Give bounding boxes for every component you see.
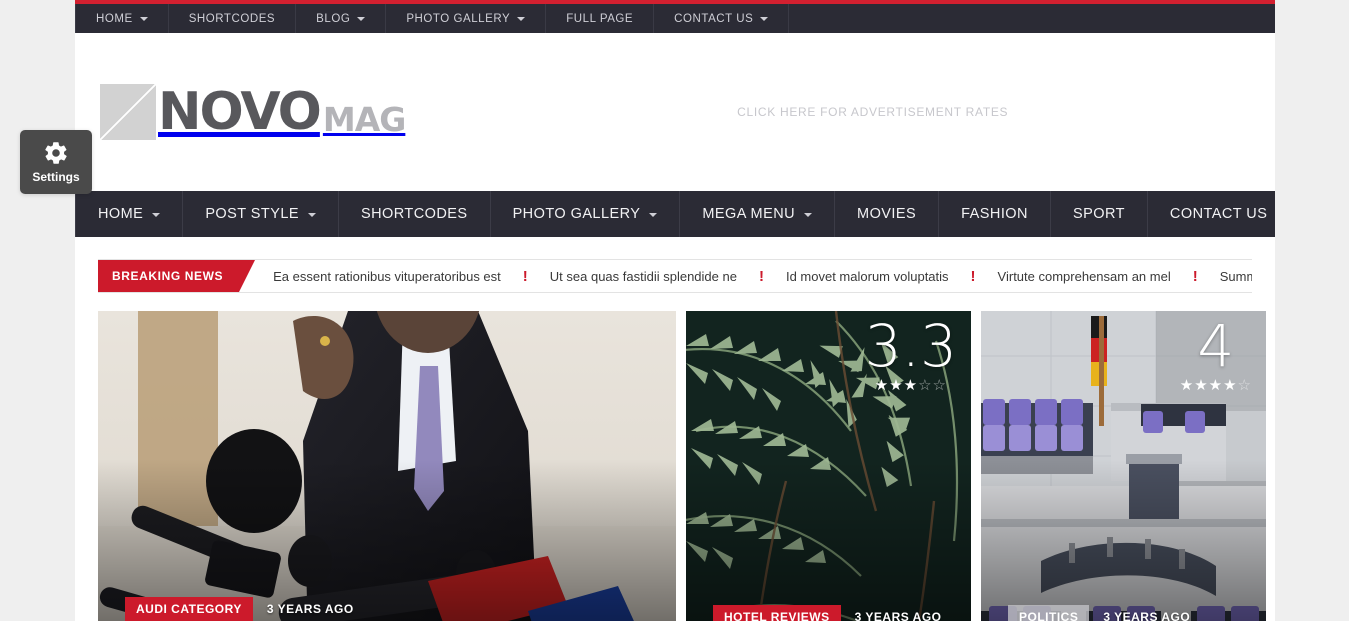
card-rating-value: 3.3 xyxy=(864,312,957,380)
main-nav-label: FASHION xyxy=(961,206,1028,222)
logo-secondary-text: MAG xyxy=(322,99,406,139)
gear-icon xyxy=(45,142,67,164)
main-nav-item-contact-us[interactable]: CONTACT US xyxy=(1148,191,1275,237)
chevron-down-icon xyxy=(139,17,148,21)
card-rating: 4 ★★★★☆ xyxy=(1180,312,1252,394)
chevron-down-icon xyxy=(804,212,813,217)
card-gradient-overlay xyxy=(98,311,676,621)
main-nav-item-mega-menu[interactable]: MEGA MENU xyxy=(680,191,836,237)
star-filled-icon: ★ xyxy=(903,377,919,395)
ticker-separator: ! xyxy=(522,267,528,285)
top-nav-label: FULL PAGE xyxy=(566,12,634,25)
breaking-news-ticker: BREAKING NEWS Ea essent rationibus vitup… xyxy=(98,259,1252,293)
site-container: HOME SHORTCODES BLOG PHOTO GALLERY FULL … xyxy=(75,0,1275,621)
main-nav-label: POST STYLE xyxy=(205,206,299,222)
main-nav-item-photo-gallery[interactable]: PHOTO GALLERY xyxy=(491,191,681,237)
card-meta: POLITICS 3 YEARS AGO SALUTATUS xyxy=(1008,604,1191,621)
card-timestamp: 3 YEARS AGO xyxy=(1103,609,1191,621)
main-nav-label: SPORT xyxy=(1072,206,1125,222)
main-nav-item-home[interactable]: HOME xyxy=(75,191,184,237)
card-rating: 3.3 ★★★☆☆ xyxy=(864,312,957,394)
featured-card[interactable]: AUDI CATEGORY 3 YEARS AGO xyxy=(98,311,676,621)
site-header: NOVO MAG CLICK HERE FOR ADVERTISEMENT RA… xyxy=(75,33,1275,191)
star-filled-icon: ★ xyxy=(1179,377,1195,395)
top-nav-item-full-page[interactable]: FULL PAGE xyxy=(546,4,655,33)
main-nav-item-shortcodes[interactable]: SHORTCODES xyxy=(339,191,491,237)
ticker-separator: ! xyxy=(1192,267,1198,285)
star-empty-icon: ☆ xyxy=(932,377,947,395)
ticker-item[interactable]: Id movet malorum voluptatis xyxy=(786,269,949,284)
top-nav-label: SHORTCODES xyxy=(188,12,276,25)
chevron-down-icon xyxy=(649,212,658,217)
ticker-item-list: Ea essent rationibus vituperatoribus est… xyxy=(238,260,1252,292)
featured-cards-row: AUDI CATEGORY 3 YEARS AGO 3.3 ★★★☆☆ HOTE… xyxy=(75,293,1275,621)
advertisement-slot[interactable]: CLICK HERE FOR ADVERTISEMENT RATES xyxy=(495,105,1250,119)
ticker-item[interactable]: Ea essent rationibus vituperatoribus est xyxy=(273,269,501,284)
star-half-icon: ☆ xyxy=(918,377,933,395)
card-category-badge[interactable]: AUDI CATEGORY xyxy=(125,597,253,621)
page-root: HOME SHORTCODES BLOG PHOTO GALLERY FULL … xyxy=(0,0,1349,621)
top-nav-label: PHOTO GALLERY xyxy=(406,12,511,25)
card-meta: AUDI CATEGORY 3 YEARS AGO xyxy=(125,597,354,621)
main-nav-label: MEGA MENU xyxy=(702,206,796,222)
settings-button-label: Settings xyxy=(32,170,80,184)
card-meta-row: HOTEL REVIEWS 3 YEARS AGO xyxy=(713,604,942,621)
main-nav-label: HOME xyxy=(98,206,144,222)
site-logo[interactable]: NOVO MAG xyxy=(100,82,406,142)
top-nav-item-blog[interactable]: BLOG xyxy=(296,4,387,33)
card-meta: HOTEL REVIEWS 3 YEARS AGO ID MOVET xyxy=(713,604,942,621)
top-nav-list: HOME SHORTCODES BLOG PHOTO GALLERY FULL … xyxy=(75,4,790,33)
settings-button[interactable]: Settings xyxy=(20,130,92,194)
advertisement-text: CLICK HERE FOR ADVERTISEMENT RATES xyxy=(737,105,1009,119)
top-nav-item-contact-us[interactable]: CONTACT US xyxy=(654,4,790,33)
logo-mark-icon xyxy=(100,84,156,140)
main-nav-label: SHORTCODES xyxy=(361,206,468,222)
top-nav-label: CONTACT US xyxy=(674,12,754,25)
chevron-down-icon xyxy=(517,17,526,21)
star-filled-icon: ★ xyxy=(1208,377,1224,395)
ticker-item[interactable]: Ut sea quas fastidii splendide ne xyxy=(550,269,737,284)
top-nav-item-shortcodes[interactable]: SHORTCODES xyxy=(169,4,297,33)
chevron-down-icon xyxy=(308,212,316,217)
main-nav-label: MOVIES xyxy=(857,206,917,222)
main-nav-item-movies[interactable]: MOVIES xyxy=(835,191,940,237)
featured-card[interactable]: 4 ★★★★☆ POLITICS 3 YEARS AGO SALUTATUS xyxy=(981,311,1266,621)
chevron-down-icon xyxy=(760,17,769,21)
top-navigation-bar: HOME SHORTCODES BLOG PHOTO GALLERY FULL … xyxy=(75,4,1275,33)
logo-primary-text: NOVO xyxy=(158,82,322,142)
card-category-badge[interactable]: HOTEL REVIEWS xyxy=(713,604,841,621)
main-navigation-bar: HOME POST STYLE SHORTCODES PHOTO GALLERY… xyxy=(75,191,1275,237)
main-nav-item-fashion[interactable]: FASHION xyxy=(939,191,1051,237)
featured-card[interactable]: 3.3 ★★★☆☆ HOTEL REVIEWS 3 YEARS AGO ID M… xyxy=(686,311,971,621)
top-nav-item-home[interactable]: HOME xyxy=(75,4,169,33)
top-nav-item-photo-gallery[interactable]: PHOTO GALLERY xyxy=(386,4,547,33)
top-nav-label: BLOG xyxy=(316,12,351,25)
card-star-rating: ★★★☆☆ xyxy=(865,376,957,394)
top-nav-label: HOME xyxy=(96,12,133,25)
star-filled-icon: ★ xyxy=(1223,377,1238,395)
card-timestamp: 3 YEARS AGO xyxy=(854,609,942,621)
breaking-news-label: BREAKING NEWS xyxy=(98,260,256,292)
ticker-separator: ! xyxy=(758,267,764,285)
ticker-separator: ! xyxy=(970,267,976,285)
card-meta-row: AUDI CATEGORY 3 YEARS AGO xyxy=(125,597,354,621)
star-filled-icon: ★ xyxy=(1194,377,1209,395)
main-nav-item-sport[interactable]: SPORT xyxy=(1051,191,1148,237)
ticker-zone: BREAKING NEWS Ea essent rationibus vitup… xyxy=(75,237,1275,293)
main-nav-label: PHOTO GALLERY xyxy=(512,206,641,222)
star-filled-icon: ★ xyxy=(889,377,904,395)
chevron-down-icon xyxy=(357,17,366,21)
ticker-item[interactable]: Summo mollis molestiae in mea xyxy=(1220,269,1252,284)
chevron-down-icon xyxy=(152,212,161,217)
star-empty-icon: ☆ xyxy=(1237,377,1252,395)
card-rating-value: 4 xyxy=(1197,312,1235,380)
card-meta-row: POLITICS 3 YEARS AGO xyxy=(1008,604,1191,621)
card-star-rating: ★★★★☆ xyxy=(1180,376,1252,394)
card-category-badge[interactable]: POLITICS xyxy=(1008,604,1090,621)
card-timestamp: 3 YEARS AGO xyxy=(266,602,354,616)
ticker-item[interactable]: Virtute comprehensam an mel xyxy=(998,269,1171,284)
star-filled-icon: ★ xyxy=(874,377,890,395)
main-nav-label: CONTACT US xyxy=(1169,206,1268,222)
main-nav-item-post-style[interactable]: POST STYLE xyxy=(183,191,339,237)
